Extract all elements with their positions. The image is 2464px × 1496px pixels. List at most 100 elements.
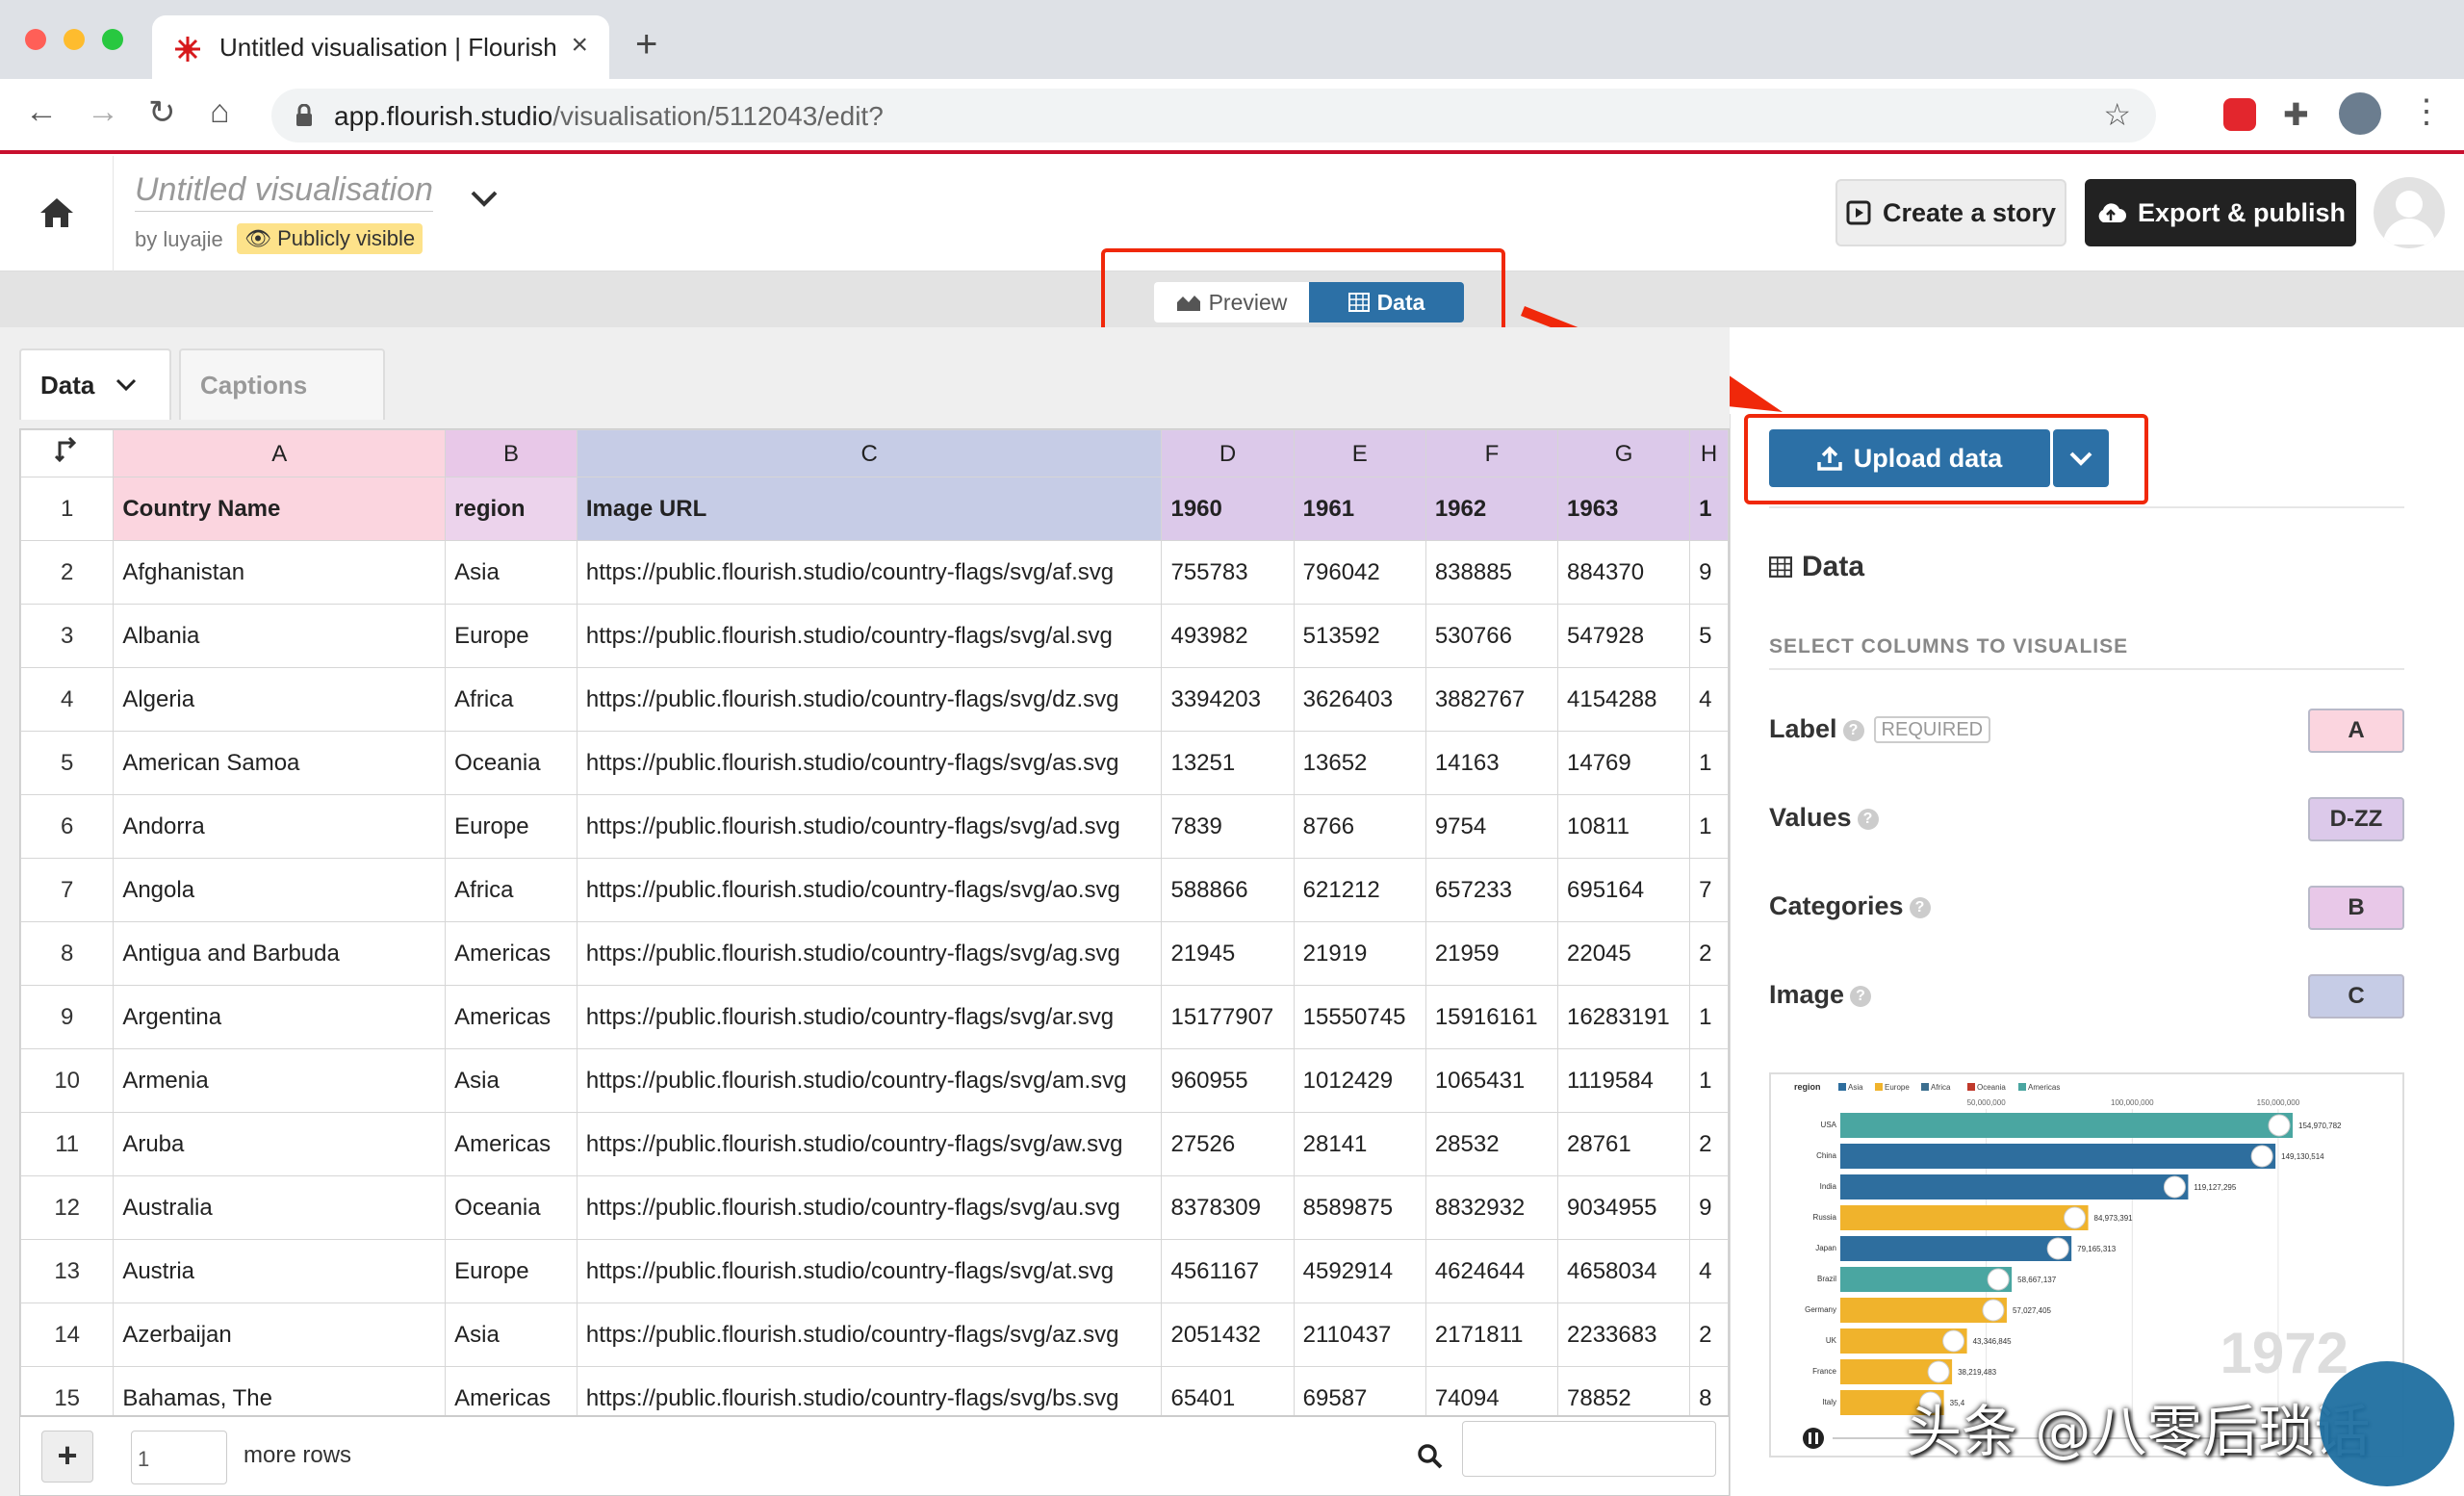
table-cell[interactable]: 530766 (1424, 604, 1559, 668)
reload-icon[interactable]: ↻ (148, 93, 176, 132)
table-cell[interactable]: Americas (445, 1112, 578, 1176)
column-selector-image[interactable]: C (2308, 974, 2404, 1019)
table-cell[interactable]: Europe (445, 1239, 578, 1303)
table-cell[interactable]: 4658034 (1556, 1239, 1691, 1303)
column-header-b[interactable]: B (445, 429, 578, 477)
table-cell[interactable]: 22045 (1556, 921, 1691, 986)
table-cell[interactable]: Asia (445, 540, 578, 605)
table-cell[interactable]: 21959 (1424, 921, 1559, 986)
adblock-extension-icon[interactable] (2223, 98, 2256, 131)
table-cell[interactable]: 4 (1689, 1239, 1729, 1303)
row-number[interactable]: 4 (20, 667, 115, 732)
table-cell[interactable]: 8378309 (1161, 1175, 1295, 1240)
back-icon[interactable]: ← (25, 93, 58, 131)
table-cell[interactable]: 5 (1689, 604, 1729, 668)
user-avatar[interactable] (2374, 177, 2445, 248)
help-icon[interactable]: ? (1857, 808, 1879, 830)
table-cell[interactable]: Azerbaijan (113, 1303, 447, 1367)
table-cell[interactable]: 14769 (1556, 731, 1691, 795)
table-cell[interactable]: Oceania (445, 731, 578, 795)
table-cell[interactable]: 69587 (1293, 1366, 1426, 1415)
row-number[interactable]: 8 (20, 921, 115, 986)
row-number[interactable]: 7 (20, 858, 115, 922)
help-icon[interactable]: ? (1850, 985, 1872, 1007)
table-cell[interactable]: 9 (1689, 540, 1729, 605)
column-header-f[interactable]: F (1424, 429, 1559, 477)
column-header-c[interactable]: C (576, 429, 1163, 477)
home-button[interactable] (0, 156, 114, 271)
table-cell[interactable]: 2 (1689, 1303, 1729, 1367)
table-cell[interactable]: 1119584 (1556, 1048, 1691, 1113)
create-story-button[interactable]: Create a story (1835, 179, 2066, 246)
table-cell[interactable]: Americas (445, 985, 578, 1049)
table-cell[interactable]: https://public.flourish.studio/country-f… (576, 858, 1163, 922)
table-cell[interactable]: Asia (445, 1048, 578, 1113)
table-cell[interactable]: 7839 (1161, 794, 1295, 859)
forward-icon[interactable]: → (87, 93, 119, 131)
table-cell[interactable]: Armenia (113, 1048, 447, 1113)
table-cell[interactable]: 74094 (1424, 1366, 1559, 1415)
table-cell[interactable]: 1 (1689, 985, 1729, 1049)
extensions-puzzle-icon[interactable]: ✚ (2283, 96, 2309, 133)
row-number[interactable]: 11 (20, 1112, 115, 1176)
table-cell[interactable]: https://public.flourish.studio/country-f… (576, 1175, 1163, 1240)
table-cell[interactable]: Country Name (113, 477, 447, 541)
row-number[interactable]: 1 (20, 477, 115, 541)
table-cell[interactable]: 1065431 (1424, 1048, 1559, 1113)
add-rows-count-input[interactable]: 1 (131, 1431, 227, 1484)
table-cell[interactable]: Antigua and Barbuda (113, 921, 447, 986)
table-cell[interactable]: 3394203 (1161, 667, 1295, 732)
row-number[interactable]: 13 (20, 1239, 115, 1303)
table-cell[interactable]: 2 (1689, 1112, 1729, 1176)
table-cell[interactable]: 960955 (1161, 1048, 1295, 1113)
visibility-badge[interactable]: 👁 Publicly visible (237, 223, 424, 254)
maximize-window-button[interactable] (102, 29, 123, 50)
table-cell[interactable]: 2171811 (1424, 1303, 1559, 1367)
table-cell[interactable]: 8 (1689, 1366, 1729, 1415)
profile-avatar[interactable] (2339, 92, 2381, 135)
table-cell[interactable]: 3626403 (1293, 667, 1426, 732)
table-cell[interactable]: Europe (445, 604, 578, 668)
table-cell[interactable]: 588866 (1161, 858, 1295, 922)
close-window-button[interactable] (25, 29, 46, 50)
column-selector-categories[interactable]: B (2308, 886, 2404, 930)
table-cell[interactable]: 27526 (1161, 1112, 1295, 1176)
table-cell[interactable]: Asia (445, 1303, 578, 1367)
table-cell[interactable]: https://public.flourish.studio/country-f… (576, 985, 1163, 1049)
table-cell[interactable]: 1 (1689, 794, 1729, 859)
chevron-down-icon[interactable] (470, 189, 499, 208)
table-cell[interactable]: https://public.flourish.studio/country-f… (576, 1366, 1163, 1415)
table-cell[interactable]: 15550745 (1293, 985, 1426, 1049)
table-cell[interactable]: Africa (445, 667, 578, 732)
table-cell[interactable]: 4624644 (1424, 1239, 1559, 1303)
table-cell[interactable]: 657233 (1424, 858, 1559, 922)
column-header-e[interactable]: E (1293, 429, 1426, 477)
export-publish-button[interactable]: Export & publish (2085, 179, 2356, 246)
table-cell[interactable]: 2051432 (1161, 1303, 1295, 1367)
table-cell[interactable]: 28761 (1556, 1112, 1691, 1176)
table-cell[interactable]: Aruba (113, 1112, 447, 1176)
table-cell[interactable]: 8832932 (1424, 1175, 1559, 1240)
visualisation-title[interactable]: Untitled visualisation (135, 171, 433, 212)
table-cell[interactable]: Albania (113, 604, 447, 668)
table-cell[interactable]: 2233683 (1556, 1303, 1691, 1367)
table-cell[interactable]: 4561167 (1161, 1239, 1295, 1303)
table-cell[interactable]: American Samoa (113, 731, 447, 795)
table-cell[interactable]: Andorra (113, 794, 447, 859)
home-browser-icon[interactable]: ⌂ (210, 93, 230, 131)
table-cell[interactable]: Africa (445, 858, 578, 922)
column-header-d[interactable]: D (1161, 429, 1295, 477)
table-cell[interactable]: 1962 (1424, 477, 1559, 541)
table-cell[interactable]: 796042 (1293, 540, 1426, 605)
table-cell[interactable]: 513592 (1293, 604, 1426, 668)
data-grid[interactable]: ABCDEFGH 1 Country Name region Image URL 196… (19, 428, 1730, 1416)
table-cell[interactable]: 695164 (1556, 858, 1691, 922)
sheet-tab-captions[interactable]: Captions (179, 348, 385, 420)
table-cell[interactable]: 14163 (1424, 731, 1559, 795)
row-number[interactable]: 6 (20, 794, 115, 859)
table-cell[interactable]: Austria (113, 1239, 447, 1303)
table-cell[interactable]: https://public.flourish.studio/country-f… (576, 1239, 1163, 1303)
table-cell[interactable]: 838885 (1424, 540, 1559, 605)
table-cell[interactable]: Europe (445, 794, 578, 859)
row-number[interactable]: 3 (20, 604, 115, 668)
